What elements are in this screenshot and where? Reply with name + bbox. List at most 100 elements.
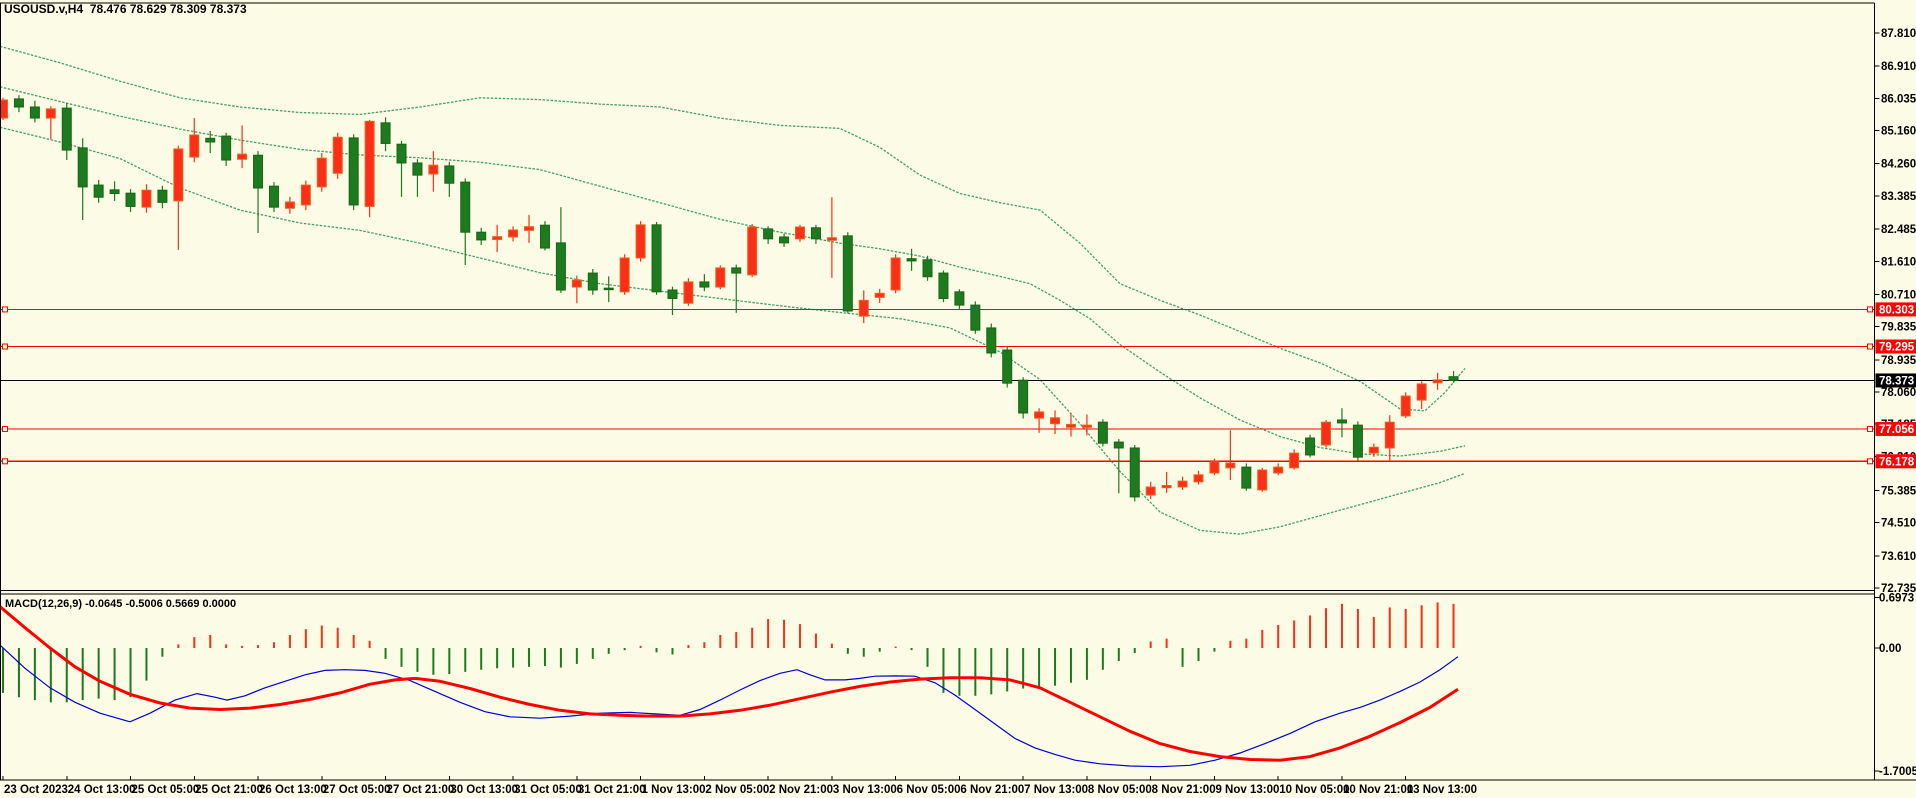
candle-body bbox=[221, 135, 232, 161]
level-price-badge-label: 76.178 bbox=[1879, 456, 1915, 468]
candle-body bbox=[109, 189, 120, 195]
chart-canvas[interactable]: 87.810 86.910 86.035 85.160 84.260 83.385 82.4… bbox=[0, 0, 1916, 798]
line-anchor-marker[interactable] bbox=[2, 306, 8, 313]
time-tick-label: 25 Oct 05:00 bbox=[132, 784, 200, 796]
candle-body bbox=[300, 184, 311, 206]
price-tick-label: 75.385 bbox=[1881, 485, 1916, 497]
price-tick-label: 87.810 bbox=[1881, 28, 1916, 40]
candle-body bbox=[476, 231, 487, 241]
ohlc-readout bbox=[83, 2, 90, 16]
candle-body bbox=[699, 281, 710, 288]
candle-body bbox=[396, 143, 407, 164]
time-tick-label: 6 Nov 21:00 bbox=[960, 784, 1024, 796]
line-anchor-marker[interactable] bbox=[1867, 306, 1873, 313]
candle-body bbox=[1050, 417, 1061, 425]
candle-body bbox=[93, 184, 104, 198]
candle-body bbox=[1321, 421, 1332, 446]
candle-body bbox=[683, 281, 694, 304]
time-tick-label: 2 Nov 21:00 bbox=[769, 784, 833, 796]
price-tick-label: 74.510 bbox=[1881, 518, 1916, 530]
candle-body bbox=[938, 272, 949, 299]
level-price-badge-label: 77.056 bbox=[1879, 424, 1914, 436]
candle-body bbox=[125, 192, 136, 207]
line-anchor-marker[interactable] bbox=[2, 458, 8, 465]
candle-body bbox=[635, 224, 646, 259]
candle-body bbox=[412, 162, 423, 176]
time-tick-label: 24 Oct 13:00 bbox=[68, 784, 136, 796]
price-tick-label: 83.385 bbox=[1881, 191, 1916, 203]
macd-indicator-label: MACD(12,26,9) -0.0645 -0.5006 0.5669 0.0… bbox=[5, 598, 237, 610]
time-tick-label: 1 Nov 13:00 bbox=[642, 784, 706, 796]
candle-body bbox=[1113, 441, 1124, 449]
candle-body bbox=[1177, 480, 1188, 488]
candle-body bbox=[253, 154, 264, 189]
candle-body bbox=[555, 242, 566, 291]
time-tick-label: 25 Oct 21:00 bbox=[195, 784, 263, 796]
macd-scale-label: -1.7005 bbox=[1879, 766, 1916, 778]
price-tick-label: 80.710 bbox=[1881, 289, 1916, 301]
candle-body bbox=[0, 99, 8, 119]
candle-body bbox=[1145, 486, 1156, 496]
price-tick-label: 85.160 bbox=[1881, 126, 1916, 138]
candle-body bbox=[284, 201, 295, 209]
line-anchor-marker[interactable] bbox=[1867, 343, 1873, 350]
price-tick-label: 86.910 bbox=[1881, 61, 1916, 73]
time-tick-label: 8 Nov 05:00 bbox=[1088, 784, 1152, 796]
candle-body bbox=[61, 107, 72, 151]
candle-body bbox=[13, 98, 24, 108]
chart-title: USOUSD.v,H4 78.476 78.629 78.309 78.373 bbox=[4, 2, 247, 16]
price-tick-label: 84.260 bbox=[1881, 159, 1916, 171]
candle-body bbox=[1002, 349, 1013, 384]
candle-body bbox=[189, 134, 200, 158]
candle-body bbox=[492, 236, 503, 241]
candle-body bbox=[364, 120, 375, 207]
time-tick-label: 7 Nov 13:00 bbox=[1024, 784, 1088, 796]
time-tick-label: 3 Nov 13:00 bbox=[833, 784, 897, 796]
candle-body bbox=[1432, 379, 1443, 384]
candle-body bbox=[763, 228, 774, 240]
candle-body bbox=[1273, 466, 1284, 474]
candle-body bbox=[906, 258, 917, 262]
candle-body bbox=[1400, 395, 1411, 417]
candle-body bbox=[731, 267, 742, 274]
candle-body bbox=[571, 279, 582, 288]
candle-body bbox=[1241, 466, 1252, 489]
time-tick-label: 26 Oct 13:00 bbox=[259, 784, 327, 796]
line-anchor-marker[interactable] bbox=[2, 343, 8, 350]
candle-body bbox=[1305, 437, 1316, 456]
candle-body bbox=[428, 164, 439, 175]
candle-body bbox=[603, 287, 614, 291]
time-tick-label: 6 Nov 05:00 bbox=[897, 784, 961, 796]
candle-body bbox=[986, 327, 997, 354]
candle-body bbox=[539, 224, 550, 249]
time-tick-label: 8 Nov 21:00 bbox=[1152, 784, 1216, 796]
candle-body bbox=[205, 137, 216, 143]
time-tick-label: 23 Oct 2023 bbox=[4, 784, 68, 796]
candle-body bbox=[667, 289, 678, 299]
candle-body bbox=[77, 147, 88, 188]
candle-body bbox=[1257, 469, 1268, 491]
price-tick-label: 78.935 bbox=[1881, 355, 1916, 367]
candle-body bbox=[524, 226, 535, 231]
line-anchor-marker[interactable] bbox=[2, 425, 8, 432]
candle-body bbox=[587, 272, 598, 291]
candle-body bbox=[1336, 419, 1347, 424]
candle-body bbox=[268, 185, 279, 208]
candle-body bbox=[970, 304, 981, 331]
line-anchor-marker[interactable] bbox=[1867, 458, 1873, 465]
candle-body bbox=[157, 189, 168, 203]
time-tick-label: 31 Oct 05:00 bbox=[514, 784, 582, 796]
candle-body bbox=[1034, 411, 1045, 419]
candle-body bbox=[1161, 485, 1172, 489]
candle-body bbox=[858, 299, 869, 317]
candle-body bbox=[1081, 424, 1092, 428]
candle-body bbox=[1018, 379, 1029, 414]
line-anchor-marker[interactable] bbox=[1867, 425, 1873, 432]
price-tick-label: 82.485 bbox=[1881, 224, 1916, 236]
candle-body bbox=[810, 227, 821, 240]
candle-body bbox=[237, 153, 248, 160]
price-tick-label: 73.610 bbox=[1881, 551, 1916, 563]
candle-body bbox=[29, 106, 40, 119]
candle-body bbox=[1289, 452, 1300, 469]
time-tick-label: 10 Nov 05:00 bbox=[1279, 784, 1349, 796]
